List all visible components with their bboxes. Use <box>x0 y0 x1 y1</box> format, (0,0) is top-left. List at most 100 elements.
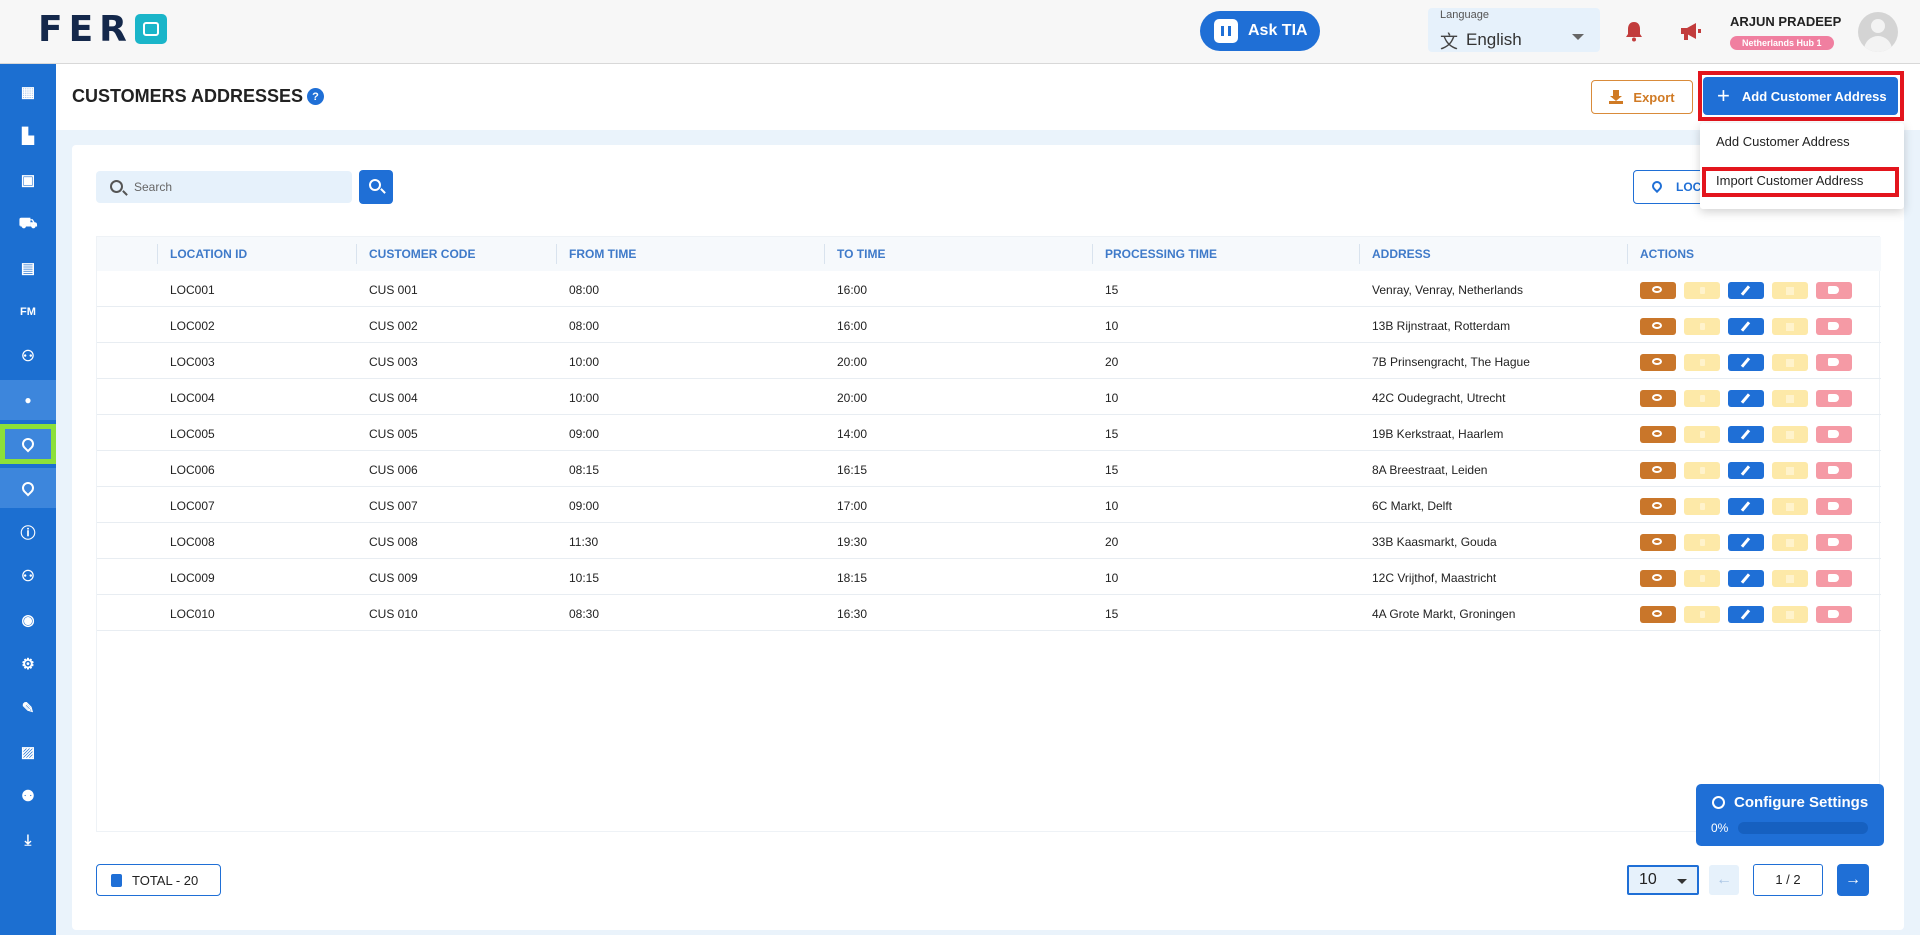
edit-button[interactable] <box>1728 426 1764 443</box>
table-row[interactable]: LOC005 CUS 005 09:00 14:00 15 19B Kerkstraat,… <box>97 415 1881 451</box>
edit-button[interactable] <box>1728 534 1764 551</box>
view-button[interactable] <box>1640 534 1676 551</box>
sidebar-item-fm[interactable]: FM <box>0 292 56 332</box>
view-button[interactable] <box>1640 390 1676 407</box>
sidebar-item-customer-addresses[interactable] <box>0 424 56 464</box>
copy-button[interactable] <box>1684 570 1720 587</box>
copy-button[interactable] <box>1684 354 1720 371</box>
export-button[interactable]: Export <box>1591 80 1693 114</box>
tag-button[interactable] <box>1816 318 1852 335</box>
sidebar-item-locations[interactable] <box>0 468 56 508</box>
configure-settings-widget[interactable]: Configure Settings 0% <box>1696 784 1884 846</box>
copy-button[interactable] <box>1684 606 1720 623</box>
table-row[interactable]: LOC002 CUS 002 08:00 16:00 10 13B Rijnstraat,… <box>97 307 1881 343</box>
edit-button[interactable] <box>1728 570 1764 587</box>
view-button[interactable] <box>1640 606 1676 623</box>
tag-button[interactable] <box>1816 462 1852 479</box>
add-customer-address-button[interactable]: + Add Customer Address <box>1703 77 1898 115</box>
note-button[interactable] <box>1772 390 1808 407</box>
note-button[interactable] <box>1772 534 1808 551</box>
tag-button[interactable] <box>1816 390 1852 407</box>
column-header-from-time[interactable]: FROM TIME <box>569 247 636 261</box>
edit-button[interactable] <box>1728 318 1764 335</box>
column-header-processing-time[interactable]: PROCESSING TIME <box>1105 247 1217 261</box>
total-count-button[interactable]: TOTAL - 20 <box>96 864 221 896</box>
column-header-location-id[interactable]: LOCATION ID <box>170 247 247 261</box>
edit-button[interactable] <box>1728 390 1764 407</box>
table-row[interactable]: LOC007 CUS 007 09:00 17:00 10 6C Markt, Delft <box>97 487 1881 523</box>
tag-button[interactable] <box>1816 570 1852 587</box>
column-header-customer-code[interactable]: CUSTOMER CODE <box>369 247 475 261</box>
view-button[interactable] <box>1640 462 1676 479</box>
note-button[interactable] <box>1772 318 1808 335</box>
sidebar-item-analytics[interactable]: ▙ <box>0 116 56 156</box>
sidebar-item-documents[interactable]: ▨ <box>0 732 56 772</box>
note-button[interactable] <box>1772 462 1808 479</box>
edit-button[interactable] <box>1728 462 1764 479</box>
sidebar-item-settings[interactable]: ⚙ <box>0 644 56 684</box>
sidebar-item-customer[interactable]: ● <box>0 380 56 420</box>
sidebar-item-schedule[interactable]: ▣ <box>0 160 56 200</box>
copy-button[interactable] <box>1684 318 1720 335</box>
notification-bell-icon[interactable] <box>1624 20 1644 42</box>
note-button[interactable] <box>1772 282 1808 299</box>
sidebar-item-customers[interactable]: ⚇ <box>0 336 56 376</box>
copy-button[interactable] <box>1684 462 1720 479</box>
note-button[interactable] <box>1772 426 1808 443</box>
sidebar-item-notes[interactable]: ✎ <box>0 688 56 728</box>
copy-button[interactable] <box>1684 282 1720 299</box>
copy-button[interactable] <box>1684 498 1720 515</box>
previous-page-button[interactable]: ← <box>1709 865 1739 895</box>
note-button[interactable] <box>1772 354 1808 371</box>
edit-button[interactable] <box>1728 498 1764 515</box>
announcement-megaphone-icon[interactable] <box>1678 20 1702 42</box>
tag-button[interactable] <box>1816 282 1852 299</box>
rows-per-page-select[interactable]: 10 <box>1627 865 1699 895</box>
table-row[interactable]: LOC004 CUS 004 10:00 20:00 10 42C Oudegracht,… <box>97 379 1881 415</box>
table-row[interactable]: LOC003 CUS 003 10:00 20:00 20 7B Prinsengrach… <box>97 343 1881 379</box>
sidebar-item-dashboard[interactable]: ▦ <box>0 72 56 112</box>
view-button[interactable] <box>1640 498 1676 515</box>
table-row[interactable]: LOC006 CUS 006 08:15 16:15 15 8A Breestraat, … <box>97 451 1881 487</box>
note-button[interactable] <box>1772 606 1808 623</box>
search-input[interactable] <box>134 178 334 196</box>
help-icon[interactable]: ? <box>307 88 324 105</box>
sidebar-item-downloads[interactable]: ⤓ <box>0 820 56 860</box>
tag-button[interactable] <box>1816 498 1852 515</box>
edit-button[interactable] <box>1728 606 1764 623</box>
table-row[interactable]: LOC010 CUS 010 08:30 16:30 15 4A Grote Markt,… <box>97 595 1881 631</box>
column-header-address[interactable]: ADDRESS <box>1372 247 1431 261</box>
tag-button[interactable] <box>1816 354 1852 371</box>
view-button[interactable] <box>1640 426 1676 443</box>
tag-button[interactable] <box>1816 534 1852 551</box>
view-button[interactable] <box>1640 570 1676 587</box>
note-button[interactable] <box>1772 498 1808 515</box>
sidebar-item-info[interactable]: ⓘ <box>0 512 56 552</box>
sidebar-item-team[interactable]: ⚇ <box>0 556 56 596</box>
table-row[interactable]: LOC009 CUS 009 10:15 18:15 10 12C Vrijthof, M… <box>97 559 1881 595</box>
edit-button[interactable] <box>1728 282 1764 299</box>
sidebar-item-users[interactable]: ⚉ <box>0 776 56 816</box>
tag-button[interactable] <box>1816 606 1852 623</box>
next-page-button[interactable]: → <box>1837 864 1869 896</box>
column-header-to-time[interactable]: TO TIME <box>837 247 885 261</box>
copy-button[interactable] <box>1684 390 1720 407</box>
copy-button[interactable] <box>1684 534 1720 551</box>
sidebar-item-support[interactable]: ◉ <box>0 600 56 640</box>
menu-item-add-customer-address[interactable]: Add Customer Address <box>1716 134 1850 149</box>
edit-button[interactable] <box>1728 354 1764 371</box>
tag-button[interactable] <box>1816 426 1852 443</box>
view-button[interactable] <box>1640 318 1676 335</box>
copy-button[interactable] <box>1684 426 1720 443</box>
fero-logo[interactable]: FER <box>38 9 167 50</box>
sidebar-item-fleet[interactable]: ⛟ <box>0 204 56 244</box>
search-button[interactable] <box>359 170 393 204</box>
sidebar-item-archive[interactable]: ▤ <box>0 248 56 288</box>
view-button[interactable] <box>1640 282 1676 299</box>
language-select[interactable]: Language 文 English <box>1428 8 1600 52</box>
view-button[interactable] <box>1640 354 1676 371</box>
ask-tia-button[interactable]: Ask TIA <box>1200 11 1320 51</box>
table-row[interactable]: LOC008 CUS 008 11:30 19:30 20 33B Kaasmarkt, … <box>97 523 1881 559</box>
table-row[interactable]: LOC001 CUS 001 08:00 16:00 15 Venray, Venray,… <box>97 271 1881 307</box>
user-avatar-icon[interactable] <box>1858 12 1898 52</box>
